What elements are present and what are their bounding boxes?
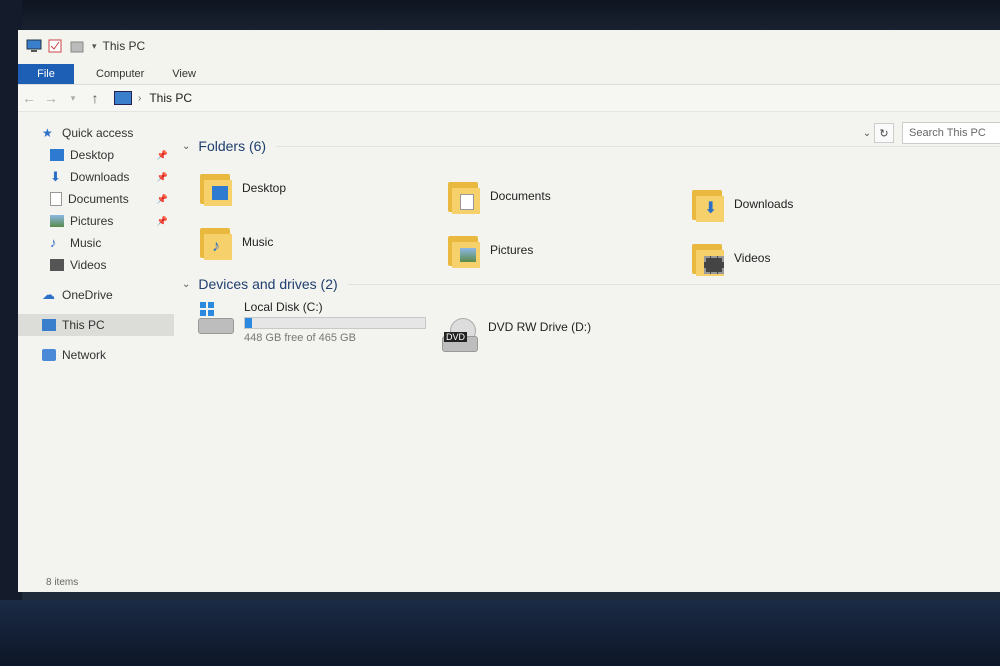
folder-icon xyxy=(198,170,234,206)
sidebar-item-pictures[interactable]: Pictures 📌 xyxy=(18,210,174,232)
collapse-chevron-icon[interactable]: ⌄ xyxy=(182,141,190,152)
navigation-bar: ← → ▾ ↑ › This PC xyxy=(18,84,1000,112)
sidebar-item-music[interactable]: ♪ Music xyxy=(18,232,174,254)
breadcrumb-this-pc[interactable]: This PC xyxy=(149,91,192,105)
folder-label: Music xyxy=(242,235,274,249)
folder-videos[interactable]: Videos xyxy=(690,240,770,276)
picture-icon xyxy=(50,215,64,227)
folder-documents[interactable]: Documents xyxy=(446,178,551,214)
sidebar-item-label: Pictures xyxy=(70,214,114,228)
breadcrumb-separator-icon[interactable]: › xyxy=(138,93,141,104)
network-icon xyxy=(42,349,56,361)
star-icon: ★ xyxy=(42,126,53,140)
collapse-chevron-icon[interactable]: ⌄ xyxy=(182,279,190,290)
file-explorer-window: ▾ This PC File Computer View ← → ▾ ↑ › T… xyxy=(18,30,1000,592)
folders-header-label: Folders (6) xyxy=(198,138,267,154)
forward-arrow-icon[interactable]: → xyxy=(40,90,62,106)
recent-locations-chevron-icon[interactable]: ▾ xyxy=(62,93,84,104)
folder-label: Videos xyxy=(734,251,771,265)
pin-icon[interactable]: 📌 xyxy=(157,194,168,205)
pin-icon[interactable]: 📌 xyxy=(157,150,168,161)
sidebar-item-label: Desktop xyxy=(70,148,115,162)
sidebar-item-videos[interactable]: Videos xyxy=(18,254,174,276)
folder-icon xyxy=(690,240,726,276)
sidebar-item-quick-access[interactable]: ★ Quick access xyxy=(18,122,174,144)
back-arrow-icon[interactable]: ← xyxy=(18,90,40,106)
folder-pictures[interactable]: Pictures xyxy=(446,232,533,268)
sidebar-item-label: Downloads xyxy=(70,170,130,184)
divider xyxy=(347,283,1000,285)
sidebar-item-downloads[interactable]: ⬇ Downloads 📌 xyxy=(18,166,174,188)
tab-file[interactable]: File xyxy=(18,64,74,84)
folder-icon xyxy=(446,178,482,214)
folder-label: Pictures xyxy=(490,243,534,257)
folder-icon: ⬇ xyxy=(690,186,726,222)
music-note-icon: ♪ xyxy=(50,235,57,250)
sidebar-item-onedrive[interactable]: ☁ OneDrive xyxy=(18,284,174,306)
drive-dvd-rw-d[interactable]: DVD DVD RW Drive (D:) xyxy=(440,318,591,354)
pin-icon[interactable]: 📌 xyxy=(157,172,168,183)
customize-quick-access-icon[interactable]: ▾ xyxy=(92,41,97,52)
disk-usage-bar xyxy=(244,317,426,329)
folder-icon xyxy=(446,232,482,268)
hard-disk-icon xyxy=(196,300,236,336)
sidebar-item-label: OneDrive xyxy=(62,288,113,302)
tab-computer[interactable]: Computer xyxy=(82,64,158,84)
content-pane: ⌄ Folders (6) Desktop Documents ⬇ Downlo… xyxy=(178,122,1000,582)
ribbon-tabs: File Computer View xyxy=(18,62,1000,84)
drive-name: Local Disk (C:) xyxy=(244,300,323,314)
sidebar-item-label: Music xyxy=(70,236,102,250)
dvd-badge: DVD xyxy=(444,332,468,342)
disk-usage-fill xyxy=(245,318,252,328)
cloud-icon: ☁ xyxy=(42,287,55,302)
desktop-icon xyxy=(50,149,64,161)
sidebar-item-network[interactable]: Network xyxy=(18,344,174,366)
folder-label: Desktop xyxy=(242,181,287,195)
navigation-pane: ★ Quick access Desktop 📌 ⬇ Downloads 📌 D… xyxy=(18,122,174,582)
folder-downloads[interactable]: ⬇ Downloads xyxy=(690,186,793,222)
tab-view[interactable]: View xyxy=(158,64,210,84)
document-icon xyxy=(50,192,62,206)
window-title: This PC xyxy=(102,39,146,53)
sidebar-item-this-pc[interactable]: This PC xyxy=(18,314,174,336)
status-item-count: 8 items xyxy=(46,577,79,588)
sidebar-item-label: Documents xyxy=(68,192,129,206)
devices-header-label: Devices and drives (2) xyxy=(198,276,338,292)
folder-label: Documents xyxy=(490,189,551,203)
title-bar: ▾ This PC xyxy=(18,30,1000,62)
sidebar-item-label: This PC xyxy=(62,318,105,332)
devices-group-header[interactable]: ⌄ Devices and drives (2) xyxy=(182,272,1000,296)
sidebar-item-label: Videos xyxy=(70,258,107,272)
computer-icon xyxy=(42,319,56,331)
dvd-drive-icon: DVD xyxy=(440,318,480,354)
drive-local-disk-c[interactable]: Local Disk (C:) 448 GB free of 465 GB xyxy=(196,300,426,344)
this-pc-icon xyxy=(114,91,132,105)
divider xyxy=(276,145,1000,147)
up-arrow-icon[interactable]: ↑ xyxy=(84,90,106,106)
folder-music[interactable]: ♪ Music xyxy=(198,224,273,260)
properties-icon[interactable] xyxy=(48,39,64,53)
folder-icon: ♪ xyxy=(198,224,234,260)
folders-group-header[interactable]: ⌄ Folders (6) xyxy=(182,134,1000,158)
folder-label: Downloads xyxy=(734,197,794,211)
sidebar-item-label: Network xyxy=(62,348,107,362)
monitor-bezel-bottom xyxy=(0,600,1000,666)
sidebar-item-desktop[interactable]: Desktop 📌 xyxy=(18,144,174,166)
new-folder-icon[interactable] xyxy=(70,39,86,53)
download-arrow-icon: ⬇ xyxy=(50,169,61,184)
video-icon xyxy=(50,259,64,271)
pin-icon[interactable]: 📌 xyxy=(157,216,168,227)
computer-icon xyxy=(26,39,42,53)
sidebar-item-label: Quick access xyxy=(62,126,134,140)
address-bar[interactable]: › This PC xyxy=(114,88,1000,108)
folder-desktop[interactable]: Desktop xyxy=(198,170,286,206)
sidebar-item-documents[interactable]: Documents 📌 xyxy=(18,188,174,210)
drive-name: DVD RW Drive (D:) xyxy=(488,320,592,334)
drive-free-space: 448 GB free of 465 GB xyxy=(244,332,356,344)
